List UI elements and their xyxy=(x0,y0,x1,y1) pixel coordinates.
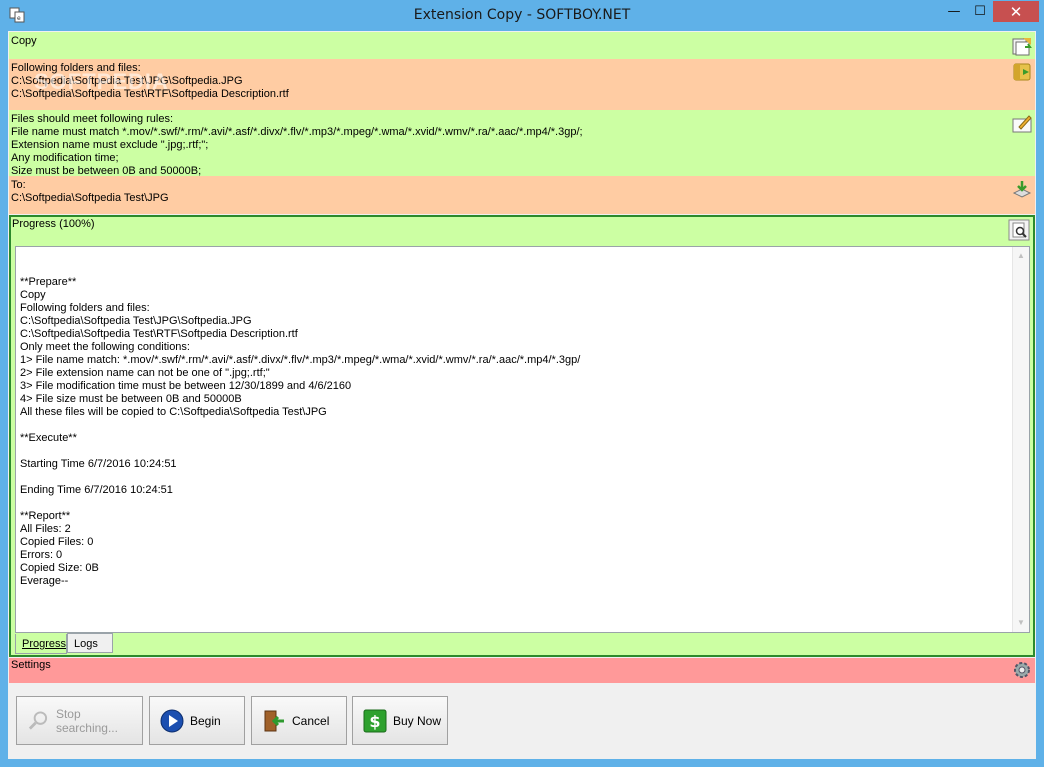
tab-logs[interactable]: Logs xyxy=(67,633,113,653)
stop-searching-label: Stop searching... xyxy=(55,706,118,735)
copy-folder-icon[interactable] xyxy=(1011,35,1033,57)
source-line: C:\Softpedia\Softpedia Test\JPG\Softpedi… xyxy=(11,75,243,87)
settings-label: Settings xyxy=(11,659,51,671)
destination-line: C:\Softpedia\Softpedia Test\JPG xyxy=(11,192,169,204)
copy-label: Copy xyxy=(11,35,37,47)
source-line: C:\Softpedia\Softpedia Test\RTF\Softpedi… xyxy=(11,88,289,100)
source-lines: Following folders and files: C:\Softpedi… xyxy=(11,62,1035,101)
cancel-label: Cancel xyxy=(292,713,330,728)
rule-line: Any modification time; xyxy=(11,152,119,164)
buy-now-button[interactable]: $ Buy Now xyxy=(352,696,448,745)
begin-button[interactable]: Begin xyxy=(149,696,245,745)
title-bar: e Extension Copy - SOFTBOY.NET — ☐ ✕ xyxy=(0,0,1044,31)
svg-text:$: $ xyxy=(369,712,380,731)
scroll-down-icon[interactable]: ▼ xyxy=(1013,615,1029,631)
magnifier-icon xyxy=(28,710,48,730)
tab-progress[interactable]: Progress xyxy=(15,634,67,654)
log-scrollbar[interactable]: ▲ ▼ xyxy=(1012,247,1029,632)
settings-panel[interactable]: Settings xyxy=(9,658,1035,683)
scroll-up-icon[interactable]: ▲ xyxy=(1013,248,1029,264)
progress-title: Progress (100%) xyxy=(12,218,95,230)
log-textarea[interactable]: **Prepare** Copy Following folders and f… xyxy=(15,246,1030,633)
zoom-log-icon[interactable] xyxy=(1008,219,1030,241)
buy-now-label: Buy Now xyxy=(393,713,442,728)
window-title: Extension Copy - SOFTBOY.NET xyxy=(413,7,631,23)
destination-lines: To: C:\Softpedia\Softpedia Test\JPG xyxy=(11,179,1035,205)
cancel-button[interactable]: Cancel xyxy=(251,696,347,745)
play-icon xyxy=(160,709,184,732)
edit-rules-icon[interactable] xyxy=(1011,113,1033,135)
source-line: Following folders and files: xyxy=(11,62,141,74)
begin-label: Begin xyxy=(190,713,221,728)
client-area: Copy Following folders and files: C:\Sof… xyxy=(8,31,1036,759)
add-folder-icon[interactable] xyxy=(1011,61,1033,83)
rules-lines: Files should meet following rules: File … xyxy=(11,113,1035,176)
destination-icon[interactable] xyxy=(1011,179,1033,201)
rules-panel[interactable]: Files should meet following rules: File … xyxy=(9,110,1035,176)
log-text: **Prepare** Copy Following folders and f… xyxy=(20,276,581,587)
gear-icon[interactable] xyxy=(1011,659,1033,681)
progress-tabs: Progress Logs xyxy=(15,633,1030,654)
button-bar: Stop searching... Begin Cancel $ Buy Now xyxy=(8,684,1036,759)
close-button[interactable]: ✕ xyxy=(993,1,1039,22)
maximize-button[interactable]: ☐ xyxy=(966,1,994,22)
rule-line: Files should meet following rules: xyxy=(11,113,174,125)
progress-panel: Progress (100%) **Prepare** Copy Followi… xyxy=(9,215,1035,657)
source-panel[interactable]: Following folders and files: C:\Softpedi… xyxy=(9,59,1035,110)
exit-door-icon xyxy=(264,710,284,731)
app-window: e Extension Copy - SOFTBOY.NET — ☐ ✕ Cop… xyxy=(0,0,1044,767)
stop-searching-button[interactable]: Stop searching... xyxy=(16,696,143,745)
copy-panel[interactable]: Copy xyxy=(9,32,1035,59)
minimize-button[interactable]: — xyxy=(940,1,968,22)
rule-line: Size must be between 0B and 50000B; xyxy=(11,165,202,176)
rule-line: File name must match *.mov/*.swf/*.rm/*.… xyxy=(11,126,583,138)
destination-panel[interactable]: To: C:\Softpedia\Softpedia Test\JPG xyxy=(9,176,1035,214)
rule-line: Extension name must exclude ".jpg;.rtf;"… xyxy=(11,139,209,151)
destination-line: To: xyxy=(11,179,26,191)
dollar-icon: $ xyxy=(363,709,387,732)
